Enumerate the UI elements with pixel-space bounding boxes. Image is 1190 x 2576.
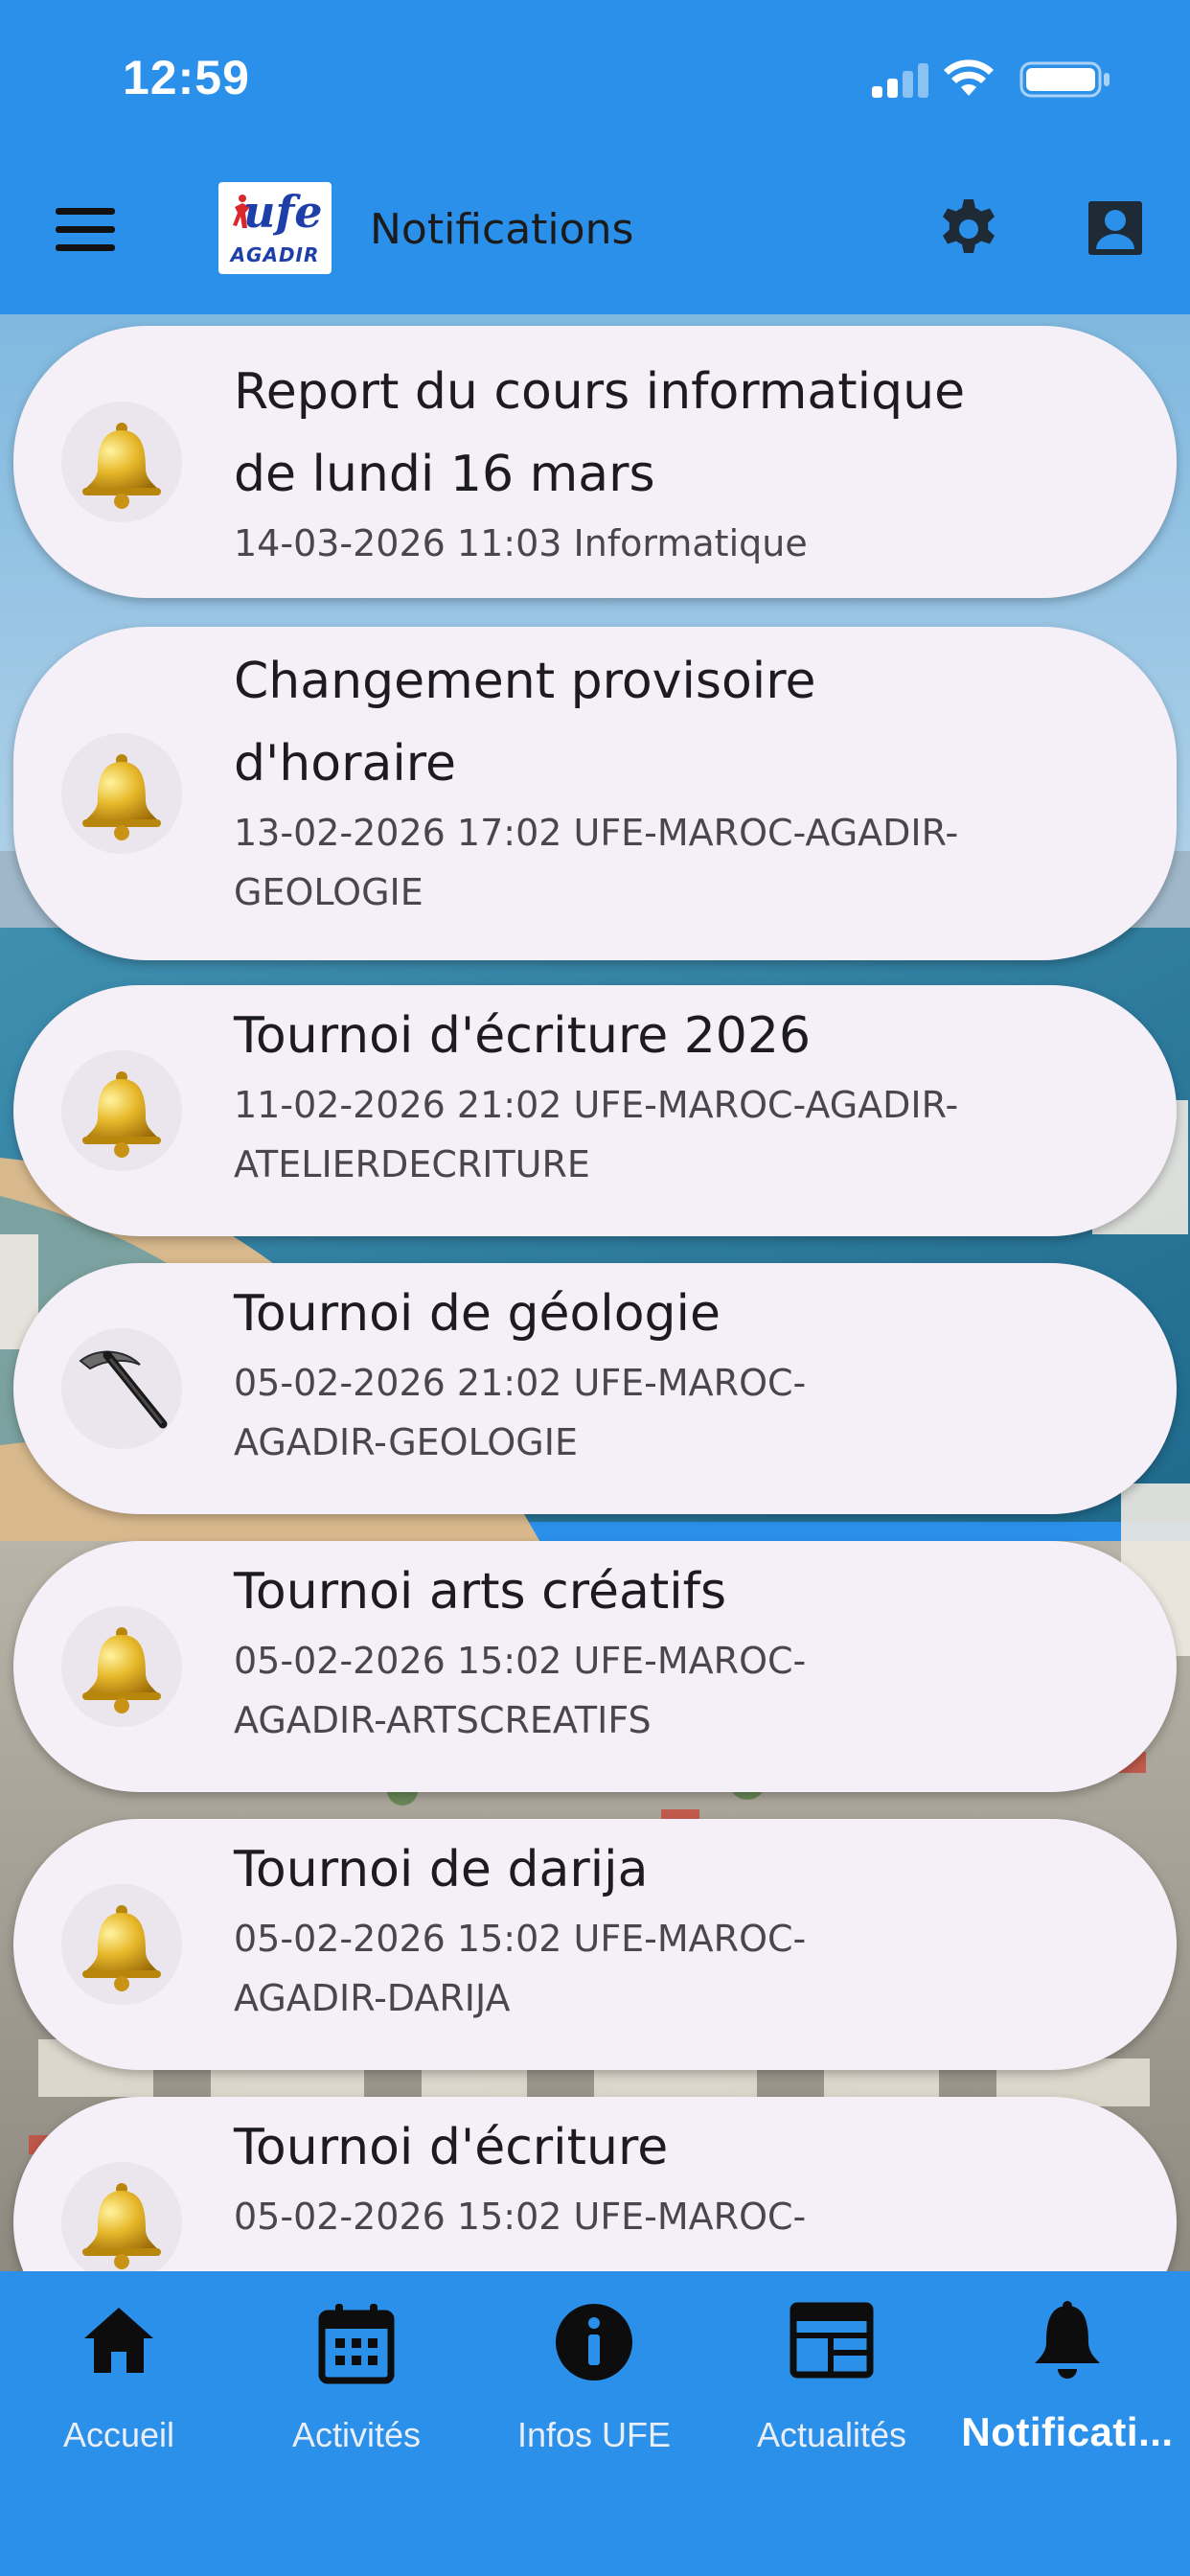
bell-icon [82,1071,161,1158]
nav-item-activites[interactable]: Activités [238,2300,475,2472]
notification-title: Tournoi d'écriture [234,2119,669,2176]
settings-gear-icon[interactable] [937,197,1000,261]
notification-icon-container [61,2162,182,2271]
nav-item-infos-ufe[interactable]: Infos UFE [475,2300,713,2472]
bell-icon [82,2183,161,2269]
status-bar: 12:59 [0,0,1190,163]
notification-meta: AGADIR-GEOLOGIE [234,1421,578,1463]
notification-card[interactable]: Tournoi d'écriture 05-02-2026 15:02 UFE-… [13,2097,1177,2271]
info-icon [556,2304,632,2380]
notification-icon-container [61,733,182,854]
notification-meta: 13-02-2026 17:02 UFE-MAROC-AGADIR- [234,812,959,854]
nav-item-accueil[interactable]: Accueil [0,2300,238,2472]
notification-meta: 11-02-2026 21:02 UFE-MAROC-AGADIR- [234,1084,959,1126]
notification-card[interactable]: Tournoi de géologie 05-02-2026 21:02 UFE… [13,1263,1177,1514]
notification-card[interactable]: Tournoi d'écriture 2026 11-02-2026 21:02… [13,985,1177,1236]
notification-meta: ATELIERDECRITURE [234,1143,590,1185]
page-title: Notifications [370,205,634,254]
notification-meta: 14-03-2026 11:03 Informatique [234,522,808,564]
notification-card[interactable]: Tournoi arts créatifs 05-02-2026 15:02 U… [13,1541,1177,1792]
notification-meta: AGADIR-DARIJA [234,1977,511,2019]
notification-icon-container [61,402,182,522]
notification-meta: 05-02-2026 21:02 UFE-MAROC- [234,1362,807,1404]
bell-icon [82,754,161,840]
notification-icon-container [61,1328,182,1449]
notification-meta: 05-02-2026 15:02 UFE-MAROC- [234,1918,807,1960]
home-icon [84,2308,153,2373]
status-icons [795,59,1111,98]
calendar-icon [318,2304,395,2384]
notification-card[interactable]: Tournoi de darija 05-02-2026 15:02 UFE-M… [13,1819,1177,2070]
notification-meta: GEOLOGIE [234,871,423,913]
notification-meta: AGADIR-ARTSCREATIFS [234,1699,652,1741]
bottom-navigation: Accueil Activités Infos UFE Actualités N… [0,2271,1190,2576]
ufe-logo: ufe AGADIR [218,182,332,274]
menu-icon[interactable] [56,208,117,254]
logo-ufe-text: ufe [243,186,323,238]
newspaper-icon [790,2302,874,2379]
notification-icon-container [61,1606,182,1727]
nav-label: Actualités [756,2415,907,2454]
battery-icon [1019,61,1110,98]
cellular-signal-icon [872,59,929,98]
bell-icon [1035,2301,1100,2379]
nav-label: Infos UFE [516,2415,672,2454]
notification-title: Report du cours informatique [234,363,966,421]
notification-title: d'horaire [234,735,456,793]
notification-icon-container [61,1884,182,2005]
bell-icon [82,1627,161,1714]
nav-item-actualites[interactable]: Actualités [713,2300,950,2472]
status-time: 12:59 [123,51,250,104]
notification-title: Tournoi arts créatifs [234,1563,727,1621]
wifi-icon [944,59,994,96]
app-header: ufe AGADIR Notifications [0,163,1190,314]
notification-list: Report du cours informatique de lundi 16… [0,314,1190,2271]
bell-icon [82,1905,161,1991]
profile-icon[interactable] [1087,199,1144,257]
notification-card[interactable]: Changement provisoire d'horaire 13-02-20… [13,627,1177,960]
notification-card[interactable]: Report du cours informatique de lundi 16… [13,326,1177,598]
notification-title: Changement provisoire [234,653,816,710]
notification-icon-container [61,1050,182,1171]
notification-meta: 05-02-2026 15:02 UFE-MAROC- [234,1640,807,1682]
notification-meta: 05-02-2026 15:02 UFE-MAROC- [234,2196,807,2238]
nav-label: Activités [291,2415,422,2454]
logo-agadir-text: AGADIR [230,243,320,266]
nav-label: Notificati... [961,2409,1174,2454]
notification-title: Tournoi de géologie [234,1285,721,1343]
notification-title: Tournoi d'écriture 2026 [234,1007,812,1065]
bell-icon [82,423,161,509]
pickaxe-icon [79,1350,168,1429]
notification-title: Tournoi de darija [234,1841,649,1898]
nav-item-notifications[interactable]: Notificati... [949,2300,1186,2472]
notification-title: de lundi 16 mars [234,446,655,503]
nav-label: Accueil [62,2415,175,2454]
